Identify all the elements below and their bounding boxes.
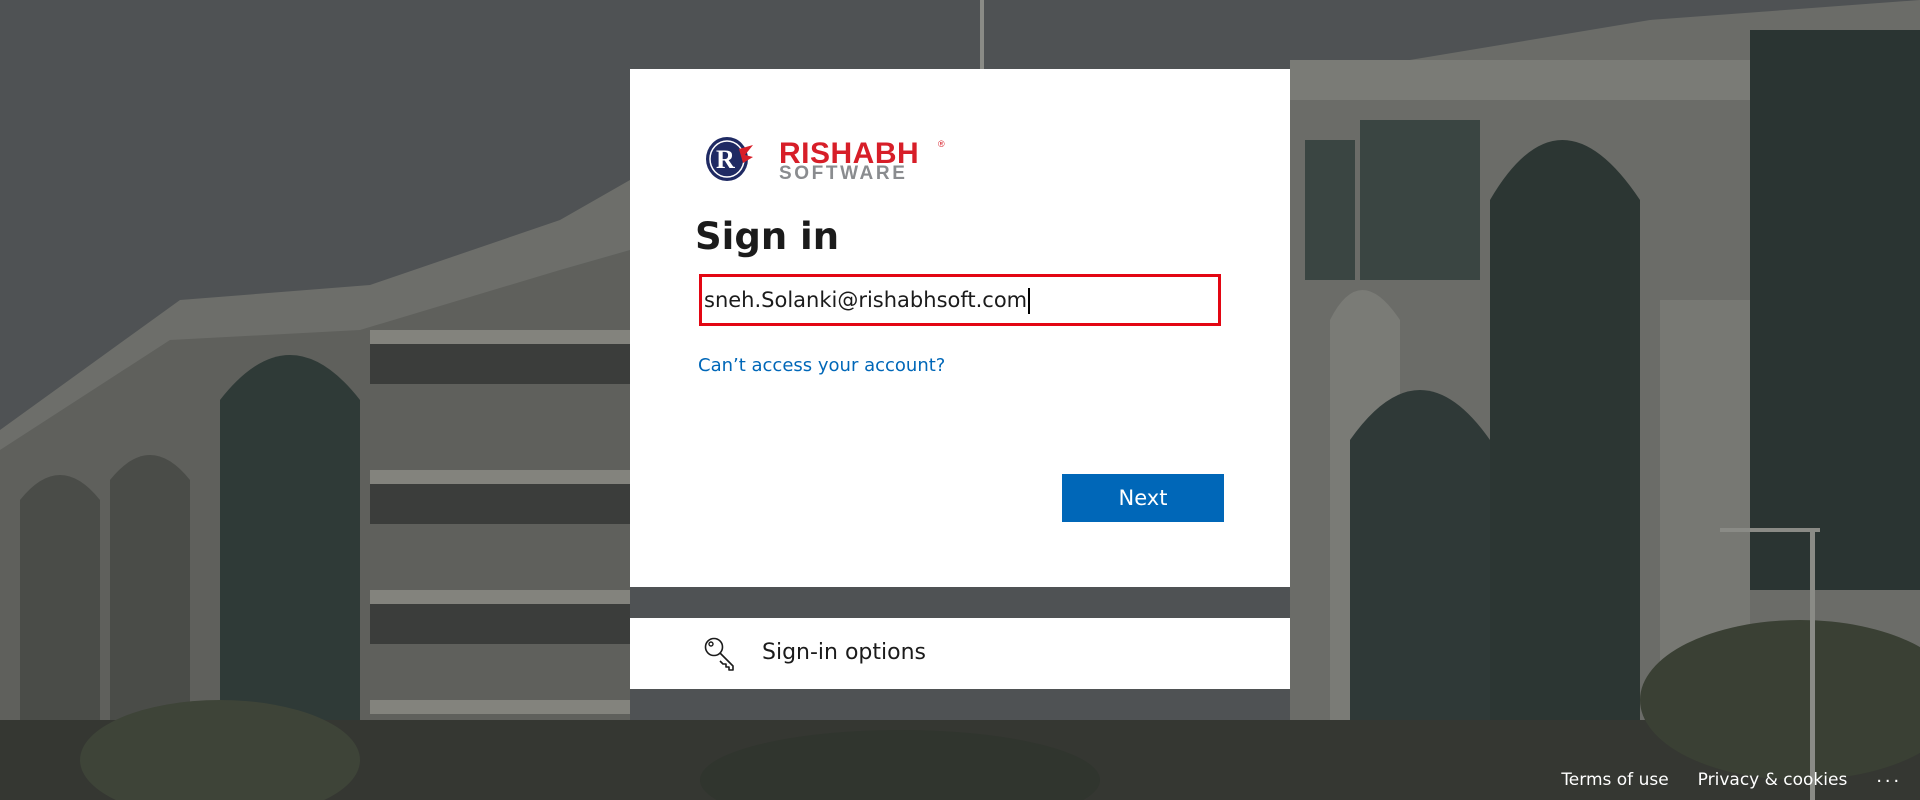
svg-text:R: R: [716, 145, 735, 174]
more-options-icon[interactable]: ...: [1876, 765, 1902, 788]
rishabh-monogram-icon: R: [706, 137, 753, 181]
sign-in-card: R RISHABH ® SOFTWARE Sign in sneh.Solank…: [630, 69, 1290, 587]
terms-of-use-link[interactable]: Terms of use: [1561, 770, 1668, 790]
key-icon: [704, 637, 734, 671]
page-title: Sign in: [695, 215, 840, 258]
rishabh-software-logo: R RISHABH ® SOFTWARE: [705, 135, 945, 185]
brand-name-software: SOFTWARE: [779, 163, 908, 184]
registered-mark: ®: [938, 139, 945, 149]
text-caret: [1028, 288, 1031, 314]
cant-access-account-link[interactable]: Can’t access your account?: [698, 355, 945, 376]
email-input-value: sneh.Solanki@rishabhsoft.com: [704, 288, 1028, 312]
next-button[interactable]: Next: [1062, 474, 1224, 522]
sign-in-options-button[interactable]: Sign-in options: [630, 618, 1290, 689]
privacy-cookies-link[interactable]: Privacy & cookies: [1698, 770, 1848, 790]
email-input[interactable]: sneh.Solanki@rishabhsoft.com: [699, 274, 1221, 326]
sign-in-options-label: Sign-in options: [762, 640, 927, 665]
footer: Terms of use Privacy & cookies ...: [1561, 760, 1920, 800]
